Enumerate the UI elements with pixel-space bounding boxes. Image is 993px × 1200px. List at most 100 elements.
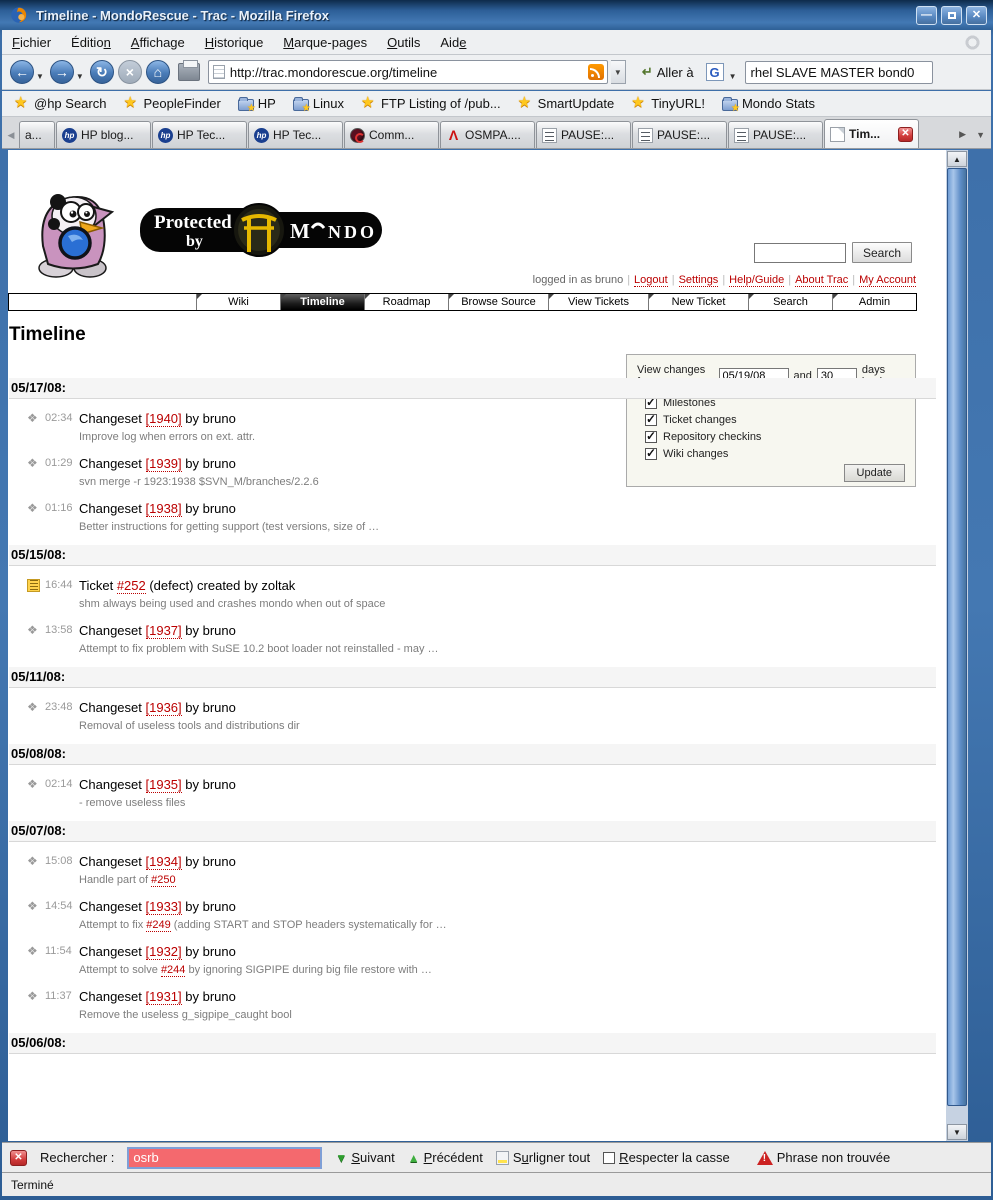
menu-item[interactable]: Historique [205,35,264,50]
find-previous-button[interactable]: ▲ Précédent [408,1150,483,1165]
bookmark-item[interactable]: Mondo Stats [722,96,815,111]
scrollbar-thumb[interactable] [947,168,967,1106]
browser-tab[interactable]: Comm... [344,121,439,148]
trac-search-input[interactable] [754,243,846,263]
find-close-icon[interactable]: ✕ [10,1150,27,1166]
browser-tab[interactable]: a... [19,121,55,148]
metanav-link[interactable]: Help/Guide [729,274,784,287]
entry-link[interactable]: [1932] [146,944,182,960]
tab-close-icon[interactable]: ✕ [898,127,913,142]
bookmark-item[interactable]: HP [238,96,276,111]
trac-nav-tab[interactable]: New Ticket [648,294,748,310]
menu-item[interactable]: Édition [71,35,111,50]
stop-button[interactable]: × [118,60,142,84]
entry-link[interactable]: [1931] [146,989,182,1005]
url-history-dropdown[interactable]: ▼ [611,60,626,84]
star-icon [361,97,377,111]
site-logo[interactable]: Protected by M NDO [28,176,448,286]
entry-link[interactable]: [1935] [146,777,182,793]
entry-description: Improve log when errors on ext. attr. [79,431,936,444]
engine-dropdown-icon[interactable]: ▼ [729,72,737,81]
metanav-link[interactable]: About Trac [795,274,848,287]
metanav-link[interactable]: Logout [634,274,668,287]
firefox-window: { "window": { "title": "Timeline - Mondo… [0,0,993,1200]
trac-nav-tab[interactable]: Wiki [196,294,280,310]
trac-nav-tab[interactable]: Admin [832,294,916,310]
close-button[interactable]: ✕ [966,6,987,25]
entry-link[interactable]: [1938] [146,501,182,517]
minimize-button[interactable]: — [916,6,937,25]
metanav-link[interactable]: Settings [679,274,719,287]
forward-dropdown-icon[interactable]: ▼ [76,72,84,81]
browser-tab[interactable]: Tim...✕ [824,119,919,148]
checkbox-icon[interactable] [603,1152,615,1164]
reload-button[interactable]: ↻ [90,60,114,84]
entry-title: Changeset [1934] by bruno [79,854,936,869]
trac-nav-tab[interactable]: View Tickets [548,294,648,310]
bookmark-item[interactable]: TinyURL! [631,96,705,111]
match-case-checkbox[interactable]: Respecter la casse [603,1150,730,1165]
tab-scroll-right-icon[interactable]: ▶ [955,129,970,140]
bookmark-item[interactable]: SmartUpdate [518,96,615,111]
trac-nav-tab[interactable]: Timeline [280,294,364,310]
trac-nav-tab[interactable]: Roadmap [364,294,448,310]
trac-nav-tab[interactable]: Browse Source [448,294,548,310]
back-dropdown-icon[interactable]: ▼ [36,72,44,81]
browser-tab[interactable]: PAUSE:... [536,121,631,148]
titlebar[interactable]: Timeline - MondoRescue - Trac - Mozilla … [0,0,993,30]
rss-feed-icon[interactable] [588,64,604,80]
back-button[interactable]: ← [10,60,34,84]
trac-search-button[interactable]: Search [852,242,912,263]
metanav-link[interactable]: My Account [859,274,916,287]
ticket-link[interactable]: #249 [146,919,170,932]
maximize-button[interactable] [941,6,962,25]
menu-item[interactable]: Affichage [131,35,185,50]
entry-link[interactable]: [1937] [146,623,182,639]
menu-item[interactable]: Outils [387,35,420,50]
scroll-down-icon[interactable]: ▼ [947,1124,967,1140]
entry-description: Better instructions for getting support … [79,521,936,534]
go-button[interactable]: ↵ Aller à [638,62,698,82]
menu-item[interactable]: Marque-pages [283,35,367,50]
highlight-all-button[interactable]: Surligner tout [496,1150,590,1165]
browser-tab[interactable]: HP Tec... [152,121,247,148]
menu-item[interactable]: Aide [440,35,466,50]
entry-link[interactable]: [1936] [146,700,182,716]
scroll-up-icon[interactable]: ▲ [947,151,967,167]
browser-tab[interactable]: PAUSE:... [728,121,823,148]
entry-link[interactable]: [1939] [146,456,182,472]
browser-tab[interactable]: OSMPA.... [440,121,535,148]
browser-tab[interactable]: HP blog... [56,121,151,148]
entry-link[interactable]: [1933] [146,899,182,915]
url-bar[interactable] [208,60,608,84]
trac-nav-tab[interactable]: Search [748,294,832,310]
ticket-link[interactable]: #250 [151,874,175,887]
ticket-icon [27,579,40,592]
web-search-input[interactable] [745,61,933,84]
entry-time: 13:58 [45,624,73,636]
phrase-not-found-status: Phrase non trouvée [757,1150,890,1165]
entry-link[interactable]: [1934] [146,854,182,870]
menu-item[interactable]: Fichier [12,35,51,50]
find-input[interactable] [127,1147,322,1169]
vertical-scrollbar[interactable]: ▲ ▼ [946,150,968,1141]
entry-link[interactable]: #252 [117,578,146,594]
forward-button[interactable]: → [50,60,74,84]
find-next-button[interactable]: ▼ Suivant [335,1150,394,1165]
print-icon[interactable] [178,63,200,81]
search-engine-icon[interactable]: G [706,63,724,81]
tab-list-dropdown-icon[interactable]: ▼ [972,130,989,140]
entry-time: 11:54 [45,945,72,957]
bookmark-item[interactable]: Linux [293,96,344,111]
entry-time: 01:16 [45,502,73,514]
bookmark-item[interactable]: FTP Listing of /pub... [361,96,501,111]
browser-tab[interactable]: HP Tec... [248,121,343,148]
ticket-link[interactable]: #244 [161,964,185,977]
home-button[interactable]: ⌂ [146,60,170,84]
entry-link[interactable]: [1940] [146,411,182,427]
bookmark-item[interactable]: PeopleFinder [123,96,220,111]
url-input[interactable] [230,65,588,80]
bookmark-item[interactable]: @hp Search [14,96,106,111]
tab-scroll-left-icon[interactable]: ◀ [4,122,18,148]
browser-tab[interactable]: PAUSE:... [632,121,727,148]
